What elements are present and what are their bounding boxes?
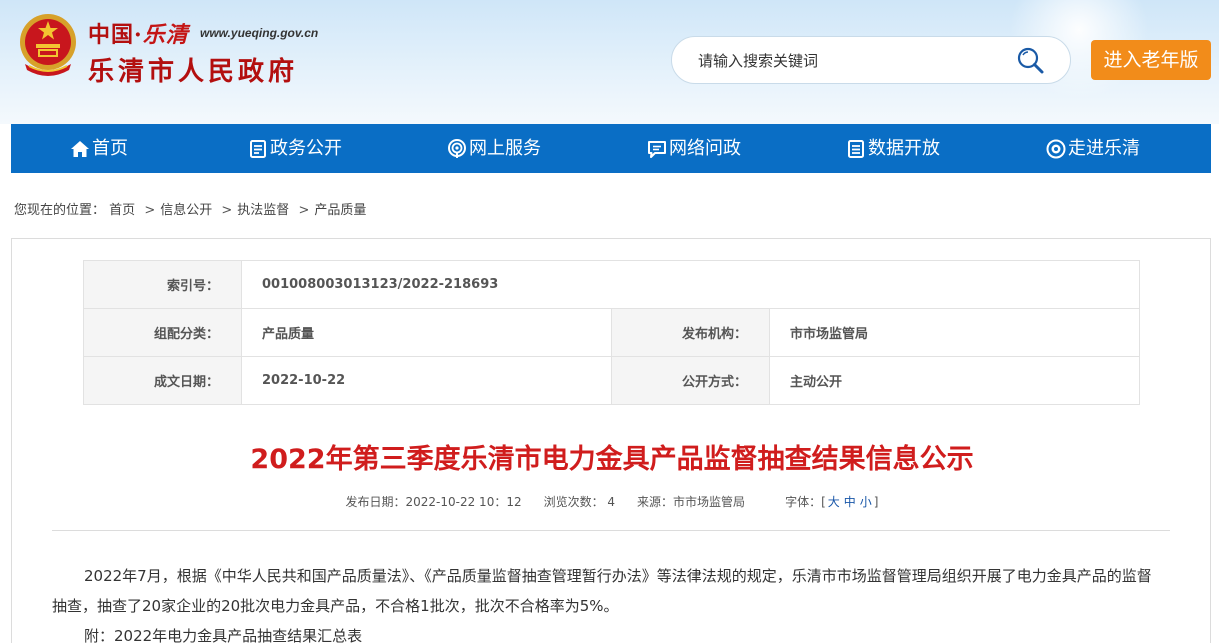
main-nav: 首页 政务公开 网上服务 网络问政 数据开放 走进乐清 [11, 124, 1211, 173]
broadcast-icon [448, 139, 466, 158]
table-row: 索引号： 001008003013123/2022-218693 [83, 260, 1140, 309]
breadcrumb-separator: > [298, 203, 310, 218]
divider [52, 530, 1170, 531]
logo-url: www.yueqing.gov.cn [200, 26, 319, 40]
logo-city-script: 乐清 [142, 22, 189, 48]
article-info-bar: 发布日期：2022-10-22 10：12 浏览次数： 4 来源：市市场监管局 字体：… [12, 493, 1212, 510]
nav-label: 网络问政 [669, 138, 741, 159]
article-attachment[interactable]: 附：2022年电力金具产品抽查结果汇总表 [52, 621, 1162, 643]
elder-mode-button[interactable]: 进入老年版 [1091, 40, 1211, 80]
category-label: 组配分类： [83, 308, 242, 357]
breadcrumb: 您现在的位置： 首页 > 信息公开 > 执法监督 > 产品质量 [14, 199, 366, 218]
nav-label: 数据开放 [868, 138, 940, 159]
magnifier-icon[interactable] [1016, 46, 1046, 76]
publisher-label: 发布机构： [611, 308, 770, 357]
font-size-large-button[interactable]: 大 [828, 495, 840, 509]
index-label: 索引号： [83, 260, 242, 309]
view-count: 浏览次数： 4 [543, 495, 616, 509]
data-icon [848, 140, 864, 158]
home-icon [71, 141, 89, 157]
nav-label: 走进乐清 [1068, 138, 1140, 159]
disclosure-label: 公开方式： [611, 356, 770, 405]
disclosure-value: 主动公开 [769, 356, 1140, 405]
date-label: 成文日期： [83, 356, 242, 405]
logo-country: 中国 [88, 22, 135, 48]
table-row: 成文日期： 2022-10-22 公开方式： 主动公开 [83, 356, 1140, 405]
font-size-medium-button[interactable]: 中 [844, 495, 856, 509]
search-input[interactable] [698, 49, 998, 73]
breadcrumb-home[interactable]: 首页 [109, 203, 135, 218]
logo-dot: · [134, 22, 143, 48]
site-header: 中国·乐清 www.yueqing.gov.cn 乐清市人民政府 进入老年版 [0, 0, 1219, 124]
font-size-close: ] [873, 495, 879, 509]
breadcrumb-law-enforcement[interactable]: 执法监督 [237, 203, 289, 218]
publisher-value: 市市场监管局 [769, 308, 1140, 357]
article-title: 2022年第三季度乐清市电力金具产品监督抽查结果信息公示 [250, 444, 974, 475]
breadcrumb-info-disclosure[interactable]: 信息公开 [160, 203, 212, 218]
article-paragraph: 2022年7月，根据《中华人民共和国产品质量法》、《产品质量监督抽查管理暂行办法… [52, 567, 1152, 615]
font-size-label: 字体：[ [785, 495, 826, 509]
date-value: 2022-10-22 [241, 356, 612, 405]
article-panel: 索引号： 001008003013123/2022-218693 组配分类： 产… [11, 238, 1211, 643]
eye-icon [1046, 139, 1066, 159]
article-body: 2022年7月，根据《中华人民共和国产品质量法》、《产品质量监督抽查管理暂行办法… [52, 561, 1162, 643]
breadcrumb-prefix: 您现在的位置： [14, 203, 106, 218]
search-box [671, 36, 1071, 84]
breadcrumb-product-quality[interactable]: 产品质量 [314, 203, 366, 218]
nav-label: 首页 [92, 138, 128, 159]
category-value: 产品质量 [241, 308, 612, 357]
nav-label: 政务公开 [270, 138, 342, 159]
article-source: 来源：市市场监管局 [637, 495, 746, 509]
index-value: 001008003013123/2022-218693 [241, 260, 1140, 309]
chat-icon [648, 141, 666, 158]
breadcrumb-separator: > [221, 203, 233, 218]
logo-country-city: 中国·乐清 [88, 17, 189, 48]
font-size-small-button[interactable]: 小 [860, 495, 872, 509]
breadcrumb-separator: > [144, 203, 156, 218]
site-title[interactable]: 乐清市人民政府 [88, 51, 298, 88]
nav-label: 网上服务 [469, 138, 541, 159]
table-row: 组配分类： 产品质量 发布机构： 市市场监管局 [83, 308, 1140, 357]
metadata-table: 索引号： 001008003013123/2022-218693 组配分类： 产… [83, 260, 1140, 405]
publish-date: 发布日期：2022-10-22 10：12 [345, 495, 522, 509]
document-icon [250, 140, 266, 158]
national-emblem-icon[interactable] [17, 12, 79, 80]
